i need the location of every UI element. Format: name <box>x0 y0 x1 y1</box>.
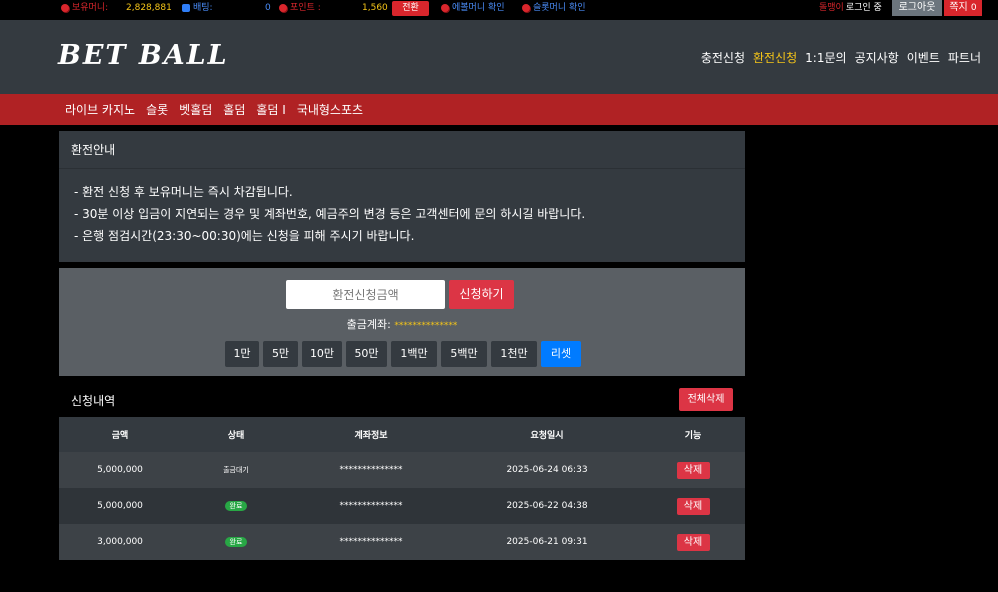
table-header: 금액 상태 계좌정보 요청일시 기능 <box>59 417 745 452</box>
row-action-cell: 삭제 <box>643 488 743 524</box>
bet-value: 0 <box>265 3 271 13</box>
amount-button-500k[interactable]: 50만 <box>346 341 387 367</box>
row-account: ************** <box>339 501 403 511</box>
row-date: 2025-06-24 06:33 <box>506 465 588 475</box>
withdraw-amount-input[interactable] <box>286 280 445 309</box>
bet-icon <box>182 4 190 12</box>
row-date: 2025-06-21 09:31 <box>506 537 588 547</box>
bet-display: 배팅: <box>182 0 213 16</box>
amount-button-5m[interactable]: 5백만 <box>441 341 487 367</box>
amount-button-50k[interactable]: 5만 <box>263 341 298 367</box>
balance-display: 보유머니: <box>61 0 108 16</box>
chip-icon <box>522 4 530 12</box>
balance-label: 보유머니: <box>72 3 109 13</box>
bonus-check-link[interactable]: 에볼머니 확인 <box>441 0 505 16</box>
row-status-cell: 완료 <box>181 488 291 524</box>
nav-event[interactable]: 이벤트 <box>907 49 940 66</box>
row-account: ************** <box>339 465 403 475</box>
slot-check-label: 슬롯머니 확인 <box>533 3 586 13</box>
amount-button-1m[interactable]: 1백만 <box>391 341 437 367</box>
top-status-bar: 보유머니: 2,828,881 배팅: 0 포인트 : 1,560 전환 에볼머… <box>0 0 998 16</box>
chip-icon <box>61 4 69 12</box>
slot-check-link[interactable]: 슬롯머니 확인 <box>522 0 586 16</box>
row-amount: 3,000,000 <box>97 537 143 547</box>
info-title: 환전안내 <box>59 131 745 169</box>
category-bar: 라이브 카지노 슬롯 벳홀덤 홀덤 홀덤 I 국내형스포츠 <box>0 94 998 125</box>
category-bet-holdem[interactable]: 벳홀덤 <box>179 101 212 118</box>
column-header-date: 요청일시 <box>530 431 564 441</box>
chip-icon <box>279 4 287 12</box>
bet-label: 배팅: <box>193 3 213 13</box>
column-header-account: 계좌정보 <box>354 431 388 441</box>
message-count: 0 <box>970 3 977 13</box>
row-amount: 5,000,000 <box>97 465 143 475</box>
convert-button[interactable]: 전환 <box>392 1 429 16</box>
info-line: - 30분 이상 입금이 지연되는 경우 및 계좌번호, 예금주의 변경 등은 … <box>74 207 586 221</box>
category-sports[interactable]: 국내형스포츠 <box>297 101 363 118</box>
nav-deposit[interactable]: 충전신청 <box>701 49 745 66</box>
status-badge: 완료 <box>224 501 248 511</box>
withdraw-form: 신청하기 출금계좌: ************** 1만 5만 10만 50만 … <box>59 268 745 376</box>
category-live-casino[interactable]: 라이브 카지노 <box>65 101 135 118</box>
column-header-amount: 금액 <box>111 431 129 441</box>
amount-buttons: 1만 5만 10만 50만 1백만 5백만 1천만 리셋 <box>225 341 581 367</box>
category-holdem[interactable]: 홀덤 <box>223 101 245 118</box>
column-header-action: 기능 <box>684 431 702 441</box>
nav-withdraw[interactable]: 환전신청 <box>753 49 797 66</box>
delete-button[interactable]: 삭제 <box>676 497 710 515</box>
table-row: 3,000,000 완료 ************** 2025-06-21 0… <box>59 524 745 560</box>
reset-button[interactable]: 리셋 <box>541 341 581 367</box>
account-label: 출금계좌: <box>346 318 391 331</box>
row-action-cell: 삭제 <box>643 452 743 488</box>
account-value: ************** <box>394 321 458 331</box>
status-pending: 출금대기 <box>223 466 249 474</box>
table-row: 5,000,000 완료 ************** 2025-06-22 0… <box>59 488 745 524</box>
bonus-check-label: 에볼머니 확인 <box>452 3 505 13</box>
status-badge: 완료 <box>224 537 248 547</box>
nav-notice[interactable]: 공지사항 <box>855 49 899 66</box>
category-slot[interactable]: 슬롯 <box>146 101 168 118</box>
info-line: - 환전 신청 후 보유머니는 즉시 차감됩니다. <box>74 185 293 199</box>
row-date: 2025-06-22 04:38 <box>506 501 588 511</box>
site-logo[interactable]: BET BALL <box>58 40 229 71</box>
message-button[interactable]: 쪽지 0 <box>944 0 982 16</box>
delete-button[interactable]: 삭제 <box>676 461 710 479</box>
main-nav: 충전신청 환전신청 1:1문의 공지사항 이벤트 파트너 <box>701 49 981 66</box>
row-action-cell: 삭제 <box>643 524 743 560</box>
table-row: 5,000,000 출금대기 ************** 2025-06-24… <box>59 452 745 488</box>
category-holdem-1[interactable]: 홀덤 I <box>256 101 285 118</box>
row-status-cell: 출금대기 <box>181 452 291 488</box>
user-status: 돌맹이 로그인 중 <box>819 0 882 16</box>
point-display: 포인트 : <box>279 0 321 16</box>
nav-partner[interactable]: 파트너 <box>948 49 981 66</box>
delete-button[interactable]: 삭제 <box>676 533 710 551</box>
column-header-status: 상태 <box>227 431 245 441</box>
row-account: ************** <box>339 537 403 547</box>
point-value: 1,560 <box>362 3 388 13</box>
account-display: 출금계좌: ************** <box>59 316 745 332</box>
withdraw-info-panel: 환전안내 - 환전 신청 후 보유머니는 즉시 차감됩니다. - 30분 이상 … <box>59 131 745 262</box>
history-title: 신청내역 <box>71 394 116 408</box>
amount-button-10m[interactable]: 1천만 <box>491 341 537 367</box>
nav-inquiry[interactable]: 1:1문의 <box>805 49 846 66</box>
history-table: 금액 상태 계좌정보 요청일시 기능 5,000,000 출금대기 ******… <box>59 417 745 560</box>
username: 돌맹이 <box>819 3 844 13</box>
message-label: 쪽지 <box>949 2 968 13</box>
apply-button[interactable]: 신청하기 <box>449 280 514 309</box>
chip-icon <box>441 4 449 12</box>
row-amount: 5,000,000 <box>97 501 143 511</box>
amount-button-100k[interactable]: 10만 <box>302 341 342 367</box>
info-body: - 환전 신청 후 보유머니는 즉시 차감됩니다. - 30분 이상 입금이 지… <box>59 169 745 247</box>
info-line: - 은행 점검시간(23:30~00:30)에는 신청을 피해 주시기 바랍니다… <box>74 229 415 243</box>
amount-button-10k[interactable]: 1만 <box>225 341 259 367</box>
balance-value: 2,828,881 <box>126 3 172 13</box>
logout-button[interactable]: 로그아웃 <box>892 0 942 16</box>
point-label: 포인트 : <box>290 3 321 13</box>
login-status: 로그인 중 <box>845 3 882 13</box>
delete-all-button[interactable]: 전체삭제 <box>679 388 733 411</box>
site-header: BET BALL 충전신청 환전신청 1:1문의 공지사항 이벤트 파트너 <box>0 20 998 94</box>
row-status-cell: 완료 <box>181 524 291 560</box>
